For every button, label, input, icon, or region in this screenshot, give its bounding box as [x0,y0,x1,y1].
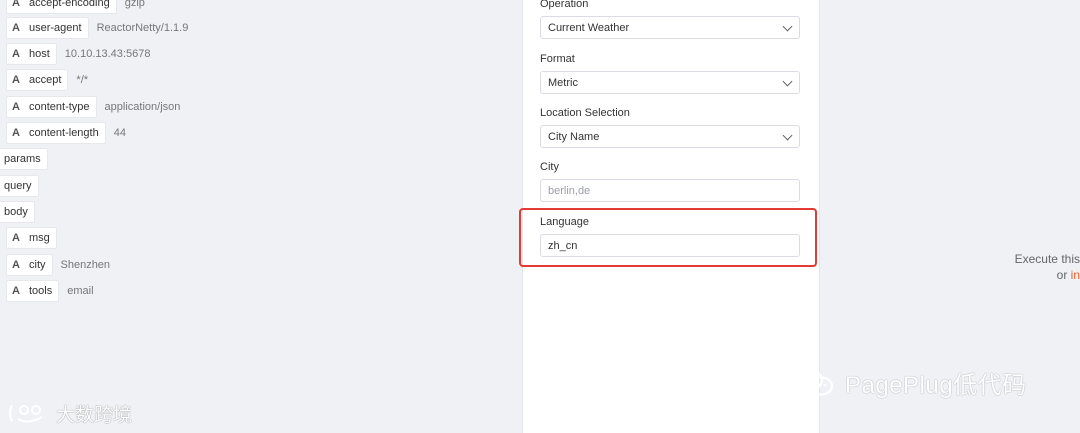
list-item[interactable]: A city Shenzhen [6,254,110,276]
string-type-icon: A [12,22,20,34]
field-value: application/json [104,101,181,113]
field-chip[interactable]: A msg [6,227,57,249]
group-chip-body[interactable]: body [0,201,35,223]
field-chip[interactable]: A content-type [6,96,97,118]
field-key: content-length [29,127,99,139]
field-key: msg [29,232,50,244]
operation-select[interactable]: Current Weather [540,16,800,39]
chevron-down-icon [782,76,793,87]
field-chip[interactable]: A user-agent [6,17,89,39]
execute-hint-prefix: or [1056,268,1071,282]
format-select[interactable]: Metric [540,71,800,94]
string-type-icon: A [12,48,20,60]
list-item[interactable]: params [0,148,48,170]
field-key: city [29,259,46,271]
field-chip[interactable]: A host [6,43,57,65]
field-value: gzip [124,0,145,9]
list-item[interactable]: A host 10.10.13.43:5678 [6,43,150,65]
field-value: 10.10.13.43:5678 [64,48,151,60]
group-label: body [4,206,28,218]
watermark-pageplug: PagePlug低代码 [793,366,1027,399]
field-chip[interactable]: A city [6,254,53,276]
field-value: ReactorNetty/1.1.9 [96,22,189,34]
field-value: Shenzhen [60,259,111,271]
city-input[interactable]: berlin,de [540,179,800,202]
city-label: City [540,161,559,173]
operation-value: Current Weather [548,21,630,34]
list-item[interactable]: A msg [6,227,57,249]
list-item[interactable]: A accept */* [6,69,88,91]
string-type-icon: A [12,101,20,113]
list-item[interactable]: A content-length 44 [6,122,126,144]
string-type-icon: A [12,74,20,86]
list-item[interactable]: A tools email [6,280,94,302]
string-type-icon: A [12,0,20,9]
field-key: user-agent [29,22,82,34]
field-key: content-type [29,101,90,113]
watermark-text: 大数跨境 [56,404,133,426]
city-placeholder: berlin,de [548,184,591,197]
field-key: accept-encoding [29,0,110,9]
string-type-icon: A [12,259,20,271]
execute-hint-line2: or in [1057,268,1080,282]
field-value: 44 [113,127,126,139]
chevron-down-icon [782,21,793,32]
group-chip-query[interactable]: query [0,175,39,197]
field-value: email [67,285,94,297]
left-data-panel: A accept-encoding gzip A user-agent Reac… [0,0,522,433]
brand-logo-icon [9,404,43,423]
list-item[interactable]: A user-agent ReactorNetty/1.1.9 [6,17,188,39]
execute-hint: Execute this [1014,252,1080,266]
wechat-icon [794,368,834,396]
watermark-text: PagePlug低代码 [845,371,1027,399]
location-selection-label: Location Selection [540,107,630,119]
group-label: query [4,180,32,192]
field-chip[interactable]: A content-length [6,122,106,144]
highlight-box [519,208,817,267]
location-selection-value: City Name [548,130,600,143]
chevron-down-icon [782,130,793,141]
field-key: accept [29,74,62,86]
operation-label: Operation [540,0,589,10]
format-value: Metric [548,76,578,89]
field-value: */* [76,74,89,86]
field-key: host [29,48,50,60]
location-selection-select[interactable]: City Name [540,125,800,148]
string-type-icon: A [12,232,20,244]
field-chip[interactable]: A accept [6,69,69,91]
field-key: tools [29,285,53,297]
string-type-icon: A [12,285,20,297]
watermark-dashu: 大数跨境 [6,398,132,428]
group-chip-params[interactable]: params [0,148,48,170]
field-chip[interactable]: A tools [6,280,60,302]
field-chip[interactable]: A accept-encoding [6,0,117,14]
format-label: Format [540,53,575,65]
list-item[interactable]: A accept-encoding gzip [6,0,145,14]
list-item[interactable]: A content-type application/json [6,96,180,118]
group-label: params [4,153,41,165]
execute-hint-link[interactable]: in [1071,268,1080,282]
string-type-icon: A [12,127,20,139]
list-item[interactable]: body [0,201,35,223]
list-item[interactable]: query [0,175,39,197]
